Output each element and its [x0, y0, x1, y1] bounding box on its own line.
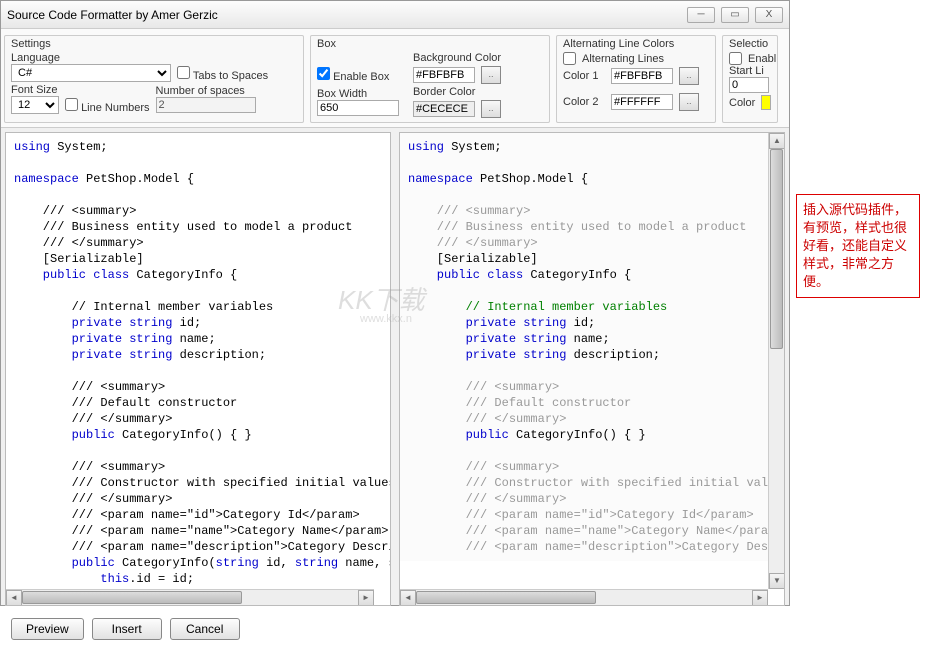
- titlebar[interactable]: Source Code Formatter by Amer Gerzic ─ ▭…: [1, 1, 789, 29]
- bg-color-label: Background Color: [413, 52, 501, 64]
- border-color-label: Border Color: [413, 86, 501, 98]
- language-select[interactable]: C#: [11, 64, 171, 82]
- font-size-label: Font Size: [11, 84, 59, 96]
- annotation-box: 插入源代码插件，有预览，样式也很好看，还能自定义样式，非常之方便。: [796, 194, 920, 298]
- preview-pane: using System; namespace PetShop.Model { …: [399, 132, 785, 606]
- window-title: Source Code Formatter by Amer Gerzic: [7, 8, 687, 22]
- selection-enable-checkbox[interactable]: [729, 52, 742, 65]
- language-label: Language: [11, 52, 171, 64]
- tabs-to-spaces-checkbox[interactable]: [177, 66, 190, 79]
- enable-box-label: Enable Box: [333, 71, 389, 83]
- settings-group: Settings Language C# Tabs to Spaces Font…: [4, 35, 304, 123]
- preview-v-scrollbar[interactable]: ▲ ▼: [768, 133, 784, 589]
- scroll-h-thumb[interactable]: [22, 591, 242, 604]
- box-width-input[interactable]: [317, 100, 399, 116]
- border-color-input[interactable]: [413, 101, 475, 117]
- preview-button[interactable]: Preview: [11, 618, 84, 640]
- line-numbers-checkbox[interactable]: [65, 98, 78, 111]
- scroll-left-icon[interactable]: ◄: [400, 590, 416, 606]
- scroll-down-icon[interactable]: ▼: [769, 573, 785, 589]
- bg-color-input[interactable]: [413, 67, 475, 83]
- bottom-bar: Preview Insert Cancel: [1, 610, 789, 648]
- color1-button[interactable]: ..: [679, 67, 699, 85]
- box-title: Box: [317, 38, 543, 50]
- source-pane: using System; namespace PetShop.Model { …: [5, 132, 391, 606]
- preview-viewer[interactable]: using System; namespace PetShop.Model { …: [400, 133, 784, 561]
- scroll-v-thumb[interactable]: [770, 149, 783, 349]
- start-line-input[interactable]: [729, 77, 769, 93]
- color2-label: Color 2: [563, 96, 605, 108]
- selection-title: Selectio: [729, 38, 771, 50]
- start-line-label: Start Li: [729, 65, 771, 77]
- scroll-up-icon[interactable]: ▲: [769, 133, 785, 149]
- num-spaces-input: [156, 97, 256, 113]
- source-editor[interactable]: using System; namespace PetShop.Model { …: [6, 133, 390, 606]
- alt-lines-checkbox[interactable]: [563, 52, 576, 65]
- code-panes: using System; namespace PetShop.Model { …: [1, 128, 789, 610]
- alt-group: Alternating Line Colors Alternating Line…: [556, 35, 716, 123]
- box-group: Box Enable Box Background Color .. Box W…: [310, 35, 550, 123]
- close-button[interactable]: X: [755, 7, 783, 23]
- color2-input[interactable]: [611, 94, 673, 110]
- preview-h-scrollbar[interactable]: ◄ ►: [400, 589, 768, 605]
- cancel-button[interactable]: Cancel: [170, 618, 240, 640]
- sel-color-swatch[interactable]: [761, 95, 771, 110]
- insert-button[interactable]: Insert: [92, 618, 162, 640]
- scroll-right-icon[interactable]: ►: [752, 590, 768, 606]
- app-window: Source Code Formatter by Amer Gerzic ─ ▭…: [0, 0, 790, 606]
- settings-toolbar: Settings Language C# Tabs to Spaces Font…: [1, 29, 789, 128]
- scroll-left-icon[interactable]: ◄: [6, 590, 22, 606]
- sel-color-label: Color: [729, 97, 755, 109]
- color2-button[interactable]: ..: [679, 93, 699, 111]
- alt-title: Alternating Line Colors: [563, 38, 709, 50]
- tabs-to-spaces-label: Tabs to Spaces: [193, 70, 268, 82]
- num-spaces-label: Number of spaces: [156, 85, 256, 97]
- minimize-button[interactable]: ─: [687, 7, 715, 23]
- maximize-button[interactable]: ▭: [721, 7, 749, 23]
- scroll-right-icon[interactable]: ►: [358, 590, 374, 606]
- bg-color-button[interactable]: ..: [481, 66, 501, 84]
- font-size-select[interactable]: 12: [11, 96, 59, 114]
- source-h-scrollbar[interactable]: ◄ ►: [6, 589, 374, 605]
- box-width-label: Box Width: [317, 88, 407, 100]
- enable-box-checkbox[interactable]: [317, 67, 330, 80]
- alt-lines-label: Alternating Lines: [582, 53, 664, 65]
- line-numbers-label: Line Numbers: [81, 102, 149, 114]
- scroll-h-thumb[interactable]: [416, 591, 596, 604]
- settings-title: Settings: [11, 38, 297, 50]
- selection-group: Selectio Enabl Start Li Color: [722, 35, 778, 123]
- border-color-button[interactable]: ..: [481, 100, 501, 118]
- color1-label: Color 1: [563, 70, 605, 82]
- color1-input[interactable]: [611, 68, 673, 84]
